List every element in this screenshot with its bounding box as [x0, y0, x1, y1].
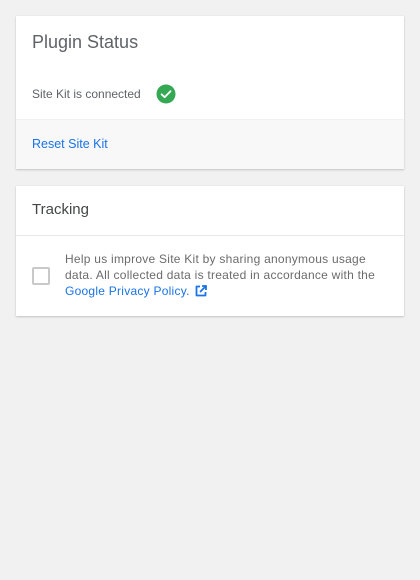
tracking-divider: [16, 235, 404, 236]
plugin-status-footer: Reset Site Kit: [16, 119, 404, 169]
check-circle-icon: [156, 84, 176, 104]
reset-site-kit-link[interactable]: Reset Site Kit: [32, 137, 108, 151]
tracking-title: Tracking: [32, 201, 89, 218]
external-link-icon: [195, 285, 207, 297]
connection-status-row: Site Kit is connected: [32, 84, 388, 104]
tracking-description: Help us improve Site Kit by sharing anon…: [65, 251, 390, 299]
tracking-card: Tracking Help us improve Site Kit by sha…: [16, 186, 404, 316]
plugin-status-card: Plugin Status Site Kit is connected Rese…: [16, 16, 404, 169]
tracking-description-text: Help us improve Site Kit by sharing anon…: [65, 252, 376, 282]
tracking-opt-in-checkbox[interactable]: [32, 267, 50, 285]
settings-page: { "plugin_status": { "title": "Plugin St…: [0, 0, 420, 580]
privacy-policy-link-label: Google Privacy Policy.: [65, 284, 190, 298]
plugin-status-title: Plugin Status: [32, 32, 139, 52]
google-privacy-policy-link[interactable]: Google Privacy Policy.: [65, 284, 208, 298]
connection-status-text: Site Kit is connected: [32, 87, 141, 101]
